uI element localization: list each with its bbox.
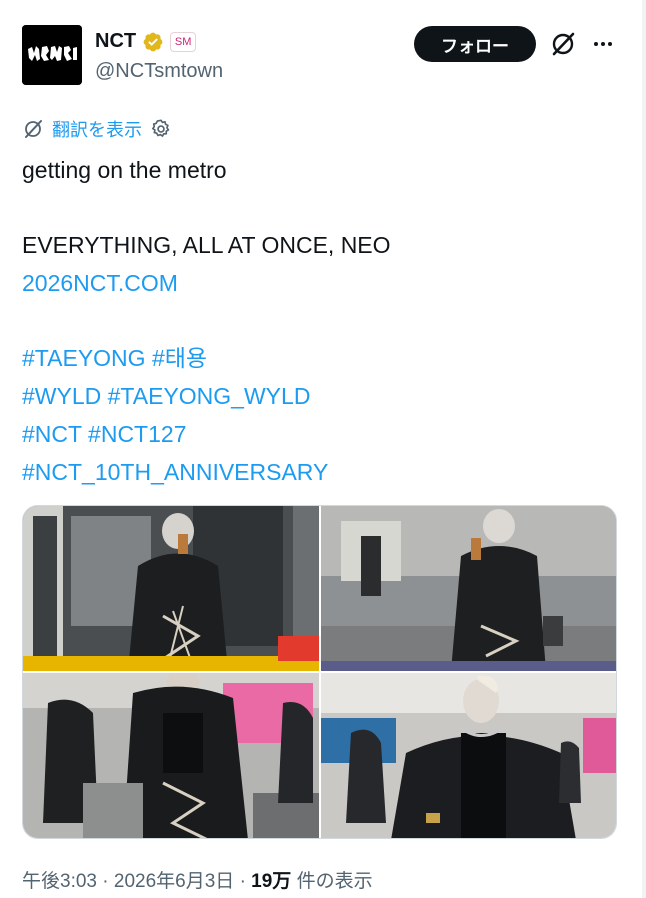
tweet-line: EVERYTHING, ALL AT ONCE, NEO <box>22 232 391 259</box>
photo-ticket-gate-image <box>23 673 319 838</box>
photo-mirror-selfie-wide-image <box>321 506 616 671</box>
hashtag-link[interactable]: #TAEYONG_WYLD <box>108 383 311 409</box>
timeline-divider <box>642 0 646 898</box>
photo-4[interactable] <box>321 673 616 838</box>
nct-logo-icon <box>22 25 82 85</box>
verified-gold-badge-icon[interactable] <box>142 31 164 53</box>
gear-icon[interactable] <box>150 118 172 140</box>
tweet-time[interactable]: 午後3:03 <box>22 871 97 892</box>
grok-translate-icon <box>25 120 42 138</box>
photo-3[interactable] <box>23 673 319 838</box>
tweet-line: getting on the metro <box>22 157 227 183</box>
affiliation-badge[interactable]: SM <box>170 31 197 52</box>
meta-separator: · <box>239 871 246 892</box>
grok-icon[interactable] <box>549 30 577 58</box>
more-dot-icon <box>594 42 598 46</box>
tweet-date[interactable]: 2026年6月3日 <box>114 871 234 892</box>
avatar[interactable] <box>22 25 82 85</box>
more-dot-icon <box>608 42 612 46</box>
more-dot-icon <box>601 42 605 46</box>
photo-2[interactable] <box>321 506 616 671</box>
hashtag-link[interactable]: #TAEYONG <box>22 345 146 371</box>
hashtag-link[interactable]: #WYLD <box>22 383 101 409</box>
tweet-meta: 午後3:03 · 2026年6月3日 · 19万 件の表示 <box>22 866 373 893</box>
more-options-button[interactable] <box>588 30 618 58</box>
show-translation-link[interactable]: 翻訳を表示 <box>52 116 142 142</box>
tweet-text: getting on the metro EVERYTHING, ALL AT … <box>22 152 622 491</box>
hashtag-link[interactable]: #태용 <box>152 345 207 371</box>
hashtag-link[interactable]: #NCT <box>22 421 82 447</box>
hashtag-link[interactable]: #NCT127 <box>88 421 186 447</box>
view-count: 19万 <box>251 871 292 892</box>
display-name[interactable]: NCT <box>95 30 136 53</box>
author-handle[interactable]: @NCTsmtown <box>95 60 223 83</box>
media-grid <box>22 505 617 839</box>
hashtag-link[interactable]: #NCT_10TH_ANNIVERSARY <box>22 459 328 485</box>
photo-mirror-selfie-image <box>23 506 319 671</box>
photo-concourse-image <box>321 673 616 838</box>
photo-1[interactable] <box>23 506 319 671</box>
follow-button[interactable]: フォロー <box>414 26 536 62</box>
website-link[interactable]: 2026NCT.COM <box>22 270 178 296</box>
author-name-row: NCT SM <box>95 30 197 53</box>
meta-separator: · <box>102 871 109 892</box>
translate-row: 翻訳を表示 <box>22 116 172 142</box>
view-label: 件の表示 <box>296 871 373 892</box>
